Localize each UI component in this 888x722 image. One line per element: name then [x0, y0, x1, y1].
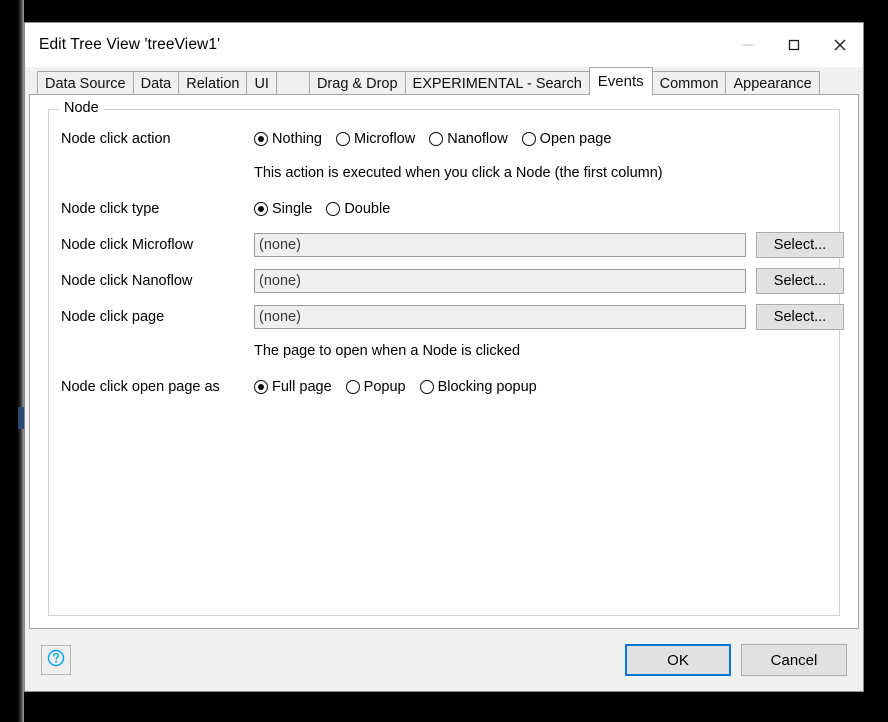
- radio-label: Blocking popup: [437, 379, 537, 395]
- row-node-click-open-page-as: Node click open page as Full page Popup: [49, 372, 839, 402]
- radio-dot-icon: [254, 132, 268, 146]
- radio-open-page-as-full-page[interactable]: Full page: [254, 379, 332, 395]
- tab-unnamed[interactable]: [275, 71, 310, 95]
- tab-drag-and-drop[interactable]: Drag & Drop: [308, 71, 406, 95]
- label-node-click-type: Node click type: [61, 201, 160, 217]
- label-node-click-action: Node click action: [61, 131, 171, 147]
- input-node-click-microflow[interactable]: (none): [254, 233, 746, 257]
- radio-label: Full page: [272, 379, 332, 395]
- input-node-click-nanoflow[interactable]: (none): [254, 269, 746, 293]
- label-node-click-open-page-as: Node click open page as: [61, 379, 220, 395]
- field-node-click-nanoflow: (none) Select...: [254, 268, 844, 294]
- radio-dot-icon: [254, 380, 268, 394]
- hint-node-click-page: The page to open when a Node is clicked: [254, 343, 521, 359]
- radio-group-node-click-action: Nothing Microflow Nanoflow Open page: [254, 131, 611, 147]
- close-icon: [832, 37, 848, 53]
- row-node-click-page: Node click page (none) Select...: [49, 302, 844, 332]
- field-page-hint: The page to open when a Node is clicked: [254, 343, 839, 359]
- minimize-icon: [741, 38, 755, 52]
- row-node-click-action-hint: This action is executed when you click a…: [49, 160, 839, 186]
- row-node-click-microflow: Node click Microflow (none) Select...: [49, 230, 844, 260]
- tab-relation[interactable]: Relation: [178, 71, 248, 95]
- label-node-click-nanoflow: Node click Nanoflow: [61, 273, 193, 289]
- maximize-button[interactable]: [771, 23, 817, 67]
- radio-label: Double: [344, 201, 391, 217]
- input-node-click-page[interactable]: (none): [254, 305, 746, 329]
- field-node-click-type: Single Double: [254, 201, 839, 217]
- radio-open-page-as-popup[interactable]: Popup: [345, 379, 406, 395]
- window-title: Edit Tree View 'treeView1': [39, 36, 221, 53]
- hint-node-click-action: This action is executed when you click a…: [254, 165, 663, 181]
- ok-button[interactable]: OK: [625, 644, 731, 676]
- radio-open-page-as-blocking-popup[interactable]: Blocking popup: [419, 379, 537, 395]
- field-node-click-open-page-as: Full page Popup Blocking popup: [254, 379, 839, 395]
- row-node-click-nanoflow: Node click Nanoflow (none) Select...: [49, 266, 844, 296]
- radio-label: Nanoflow: [447, 131, 508, 147]
- radio-node-click-action-open-page[interactable]: Open page: [521, 131, 612, 147]
- row-node-click-page-hint: The page to open when a Node is clicked: [49, 338, 839, 364]
- tab-events[interactable]: Events: [588, 67, 653, 95]
- radio-node-click-type-single[interactable]: Single: [254, 201, 312, 217]
- window-controls: [725, 23, 863, 67]
- maximize-icon: [787, 38, 801, 52]
- radio-dot-icon: [335, 132, 350, 146]
- radio-group-node-click-open-page-as: Full page Popup Blocking popup: [254, 379, 537, 395]
- screen: Edit Tree View 'treeView1' Data Source D…: [0, 0, 888, 722]
- close-button[interactable]: [817, 23, 863, 67]
- row-node-click-action: Node click action Nothing Microflow Nano…: [49, 124, 839, 154]
- radio-node-click-type-double[interactable]: Double: [326, 201, 390, 217]
- field-node-click-page: (none) Select...: [254, 304, 844, 330]
- radio-label: Microflow: [353, 131, 416, 147]
- radio-dot-icon: [254, 202, 268, 216]
- tab-content-panel: Node Node click action Nothing Microflow…: [29, 94, 859, 629]
- tab-appearance[interactable]: Appearance: [725, 71, 820, 95]
- dialog-footer: OK Cancel: [25, 629, 863, 691]
- help-icon: [46, 648, 66, 673]
- field-hint: This action is executed when you click a…: [254, 165, 839, 181]
- radio-label: Single: [272, 201, 313, 217]
- label-node-click-page: Node click page: [61, 309, 165, 325]
- radio-dot-icon: [326, 202, 341, 216]
- radio-label: Popup: [363, 379, 406, 395]
- edit-tree-view-dialog: Edit Tree View 'treeView1' Data Source D…: [24, 22, 864, 692]
- tab-experimental-search[interactable]: EXPERIMENTAL - Search: [404, 71, 590, 95]
- radio-dot-icon: [345, 380, 360, 394]
- radio-node-click-action-microflow[interactable]: Microflow: [335, 131, 416, 147]
- radio-node-click-action-nanoflow[interactable]: Nanoflow: [429, 131, 508, 147]
- radio-label: Nothing: [272, 131, 322, 147]
- radio-dot-icon: [429, 132, 444, 146]
- events-form: Node click action Nothing Microflow Nano…: [49, 110, 844, 615]
- tab-common[interactable]: Common: [651, 71, 727, 95]
- radio-label: Open page: [539, 131, 612, 147]
- node-group-box: Node Node click action Nothing Microflow…: [48, 100, 844, 616]
- select-node-click-microflow-button[interactable]: Select...: [756, 232, 844, 258]
- help-button[interactable]: [41, 645, 71, 675]
- tab-strip: Data Source Data Relation UI Drag & Drop…: [25, 67, 863, 95]
- tab-data-source[interactable]: Data Source: [37, 71, 134, 95]
- row-node-click-type: Node click type Single Double: [49, 194, 839, 224]
- radio-group-node-click-type: Single Double: [254, 201, 390, 217]
- radio-dot-icon: [521, 132, 536, 146]
- minimize-button[interactable]: [725, 23, 771, 67]
- cancel-button[interactable]: Cancel: [741, 644, 847, 676]
- field-node-click-microflow: (none) Select...: [254, 232, 844, 258]
- select-node-click-page-button[interactable]: Select...: [756, 304, 844, 330]
- label-node-click-microflow: Node click Microflow: [61, 237, 194, 253]
- field-node-click-action: Nothing Microflow Nanoflow Open page: [254, 131, 839, 147]
- tab-ui[interactable]: UI: [246, 71, 277, 95]
- tab-data[interactable]: Data: [132, 71, 180, 95]
- select-node-click-nanoflow-button[interactable]: Select...: [756, 268, 844, 294]
- radio-dot-icon: [419, 380, 434, 394]
- title-bar: Edit Tree View 'treeView1': [25, 23, 863, 67]
- radio-node-click-action-nothing[interactable]: Nothing: [254, 131, 322, 147]
